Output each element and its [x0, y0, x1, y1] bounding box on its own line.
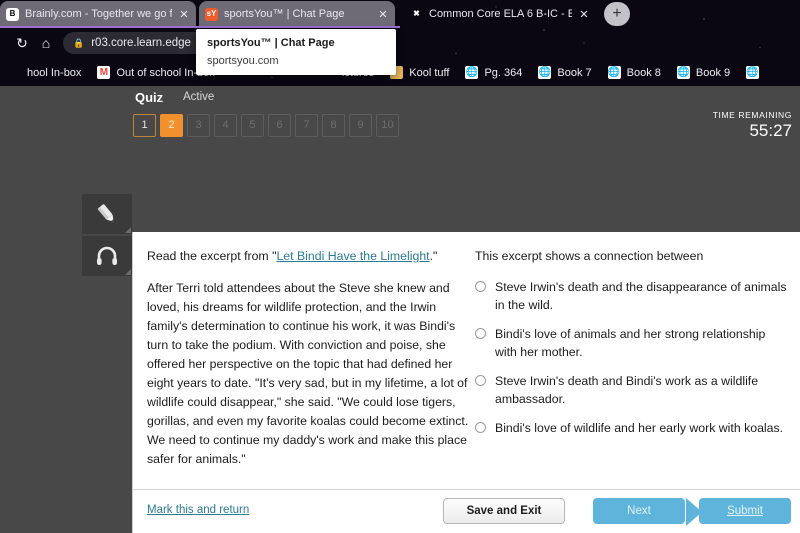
browser-tab-1[interactable]: sY sportsYou™ | Chat Page ✕: [199, 1, 395, 27]
pencil-icon: [94, 201, 120, 227]
quiz-footer: Mark this and return Save and Exit Next …: [133, 489, 800, 533]
browser-tab-title: Brainly.com - Together we go far: [25, 8, 172, 20]
bookmark-label: Book 9: [695, 66, 731, 79]
globe-icon: 🌐: [746, 66, 760, 79]
answer-option-b[interactable]: Bindi's love of animals and her strong r…: [475, 325, 789, 361]
edgenuity-icon: ✖: [413, 9, 420, 18]
address-bar-url: r03.core.learn.edge: [91, 37, 191, 49]
quiz-content-body: Read the excerpt from "Let Bindi Have th…: [133, 232, 800, 489]
close-icon[interactable]: ✕: [178, 8, 190, 21]
timer-label: TIME REMAINING: [712, 110, 792, 120]
bookmark-item[interactable]: 🌐 Book 7: [530, 59, 599, 86]
tool-palette: [82, 194, 132, 278]
lock-icon: 🔒: [73, 37, 85, 48]
home-icon[interactable]: ⌂: [36, 33, 56, 53]
submit-button-label: Submit: [727, 505, 763, 517]
quiz-page: Quiz Active 1 2 3 4 5 6 7 8 9 10 TIME RE…: [0, 86, 800, 533]
reload-icon[interactable]: ↻: [12, 33, 32, 53]
brainly-icon: B: [6, 7, 19, 21]
globe-icon: 🌐: [607, 66, 621, 79]
headphones-icon: [94, 243, 120, 269]
browser-tab-0[interactable]: B Brainly.com - Together we go far ✕: [0, 1, 196, 27]
close-icon[interactable]: ✕: [377, 8, 389, 21]
question-button-1[interactable]: 1: [133, 114, 156, 137]
question-button-6[interactable]: 6: [268, 114, 291, 137]
passage-column: Read the excerpt from "Let Bindi Have th…: [147, 248, 469, 469]
question-column: This excerpt shows a connection between …: [475, 248, 789, 448]
tooltip-title: sportsYou™ | Chat Page: [207, 37, 335, 49]
tab-strip: B Brainly.com - Together we go far ✕ sY …: [0, 0, 800, 28]
bookmark-item[interactable]: hool In-box: [0, 59, 89, 86]
question-navigator: 1 2 3 4 5 6 7 8 9 10: [133, 114, 399, 137]
radio-button-a[interactable]: [475, 281, 486, 292]
question-stem: This excerpt shows a connection between: [475, 249, 704, 263]
question-button-5[interactable]: 5: [241, 114, 264, 137]
sportsyou-icon: sY: [205, 7, 218, 21]
instruction-suffix: .": [429, 249, 438, 263]
question-button-8[interactable]: 8: [322, 114, 345, 137]
blank-icon: [8, 66, 21, 79]
question-button-4[interactable]: 4: [214, 114, 237, 137]
answer-options: Steve Irwin's death and the disappearanc…: [475, 278, 789, 437]
browser-tab-title: Common Core ELA 6 B-IC - Edg...: [429, 8, 572, 20]
radio-button-d[interactable]: [475, 422, 486, 433]
browser-toolbar: ↻ ⌂ 🔒 r03.core.learn.edge: [0, 28, 800, 58]
question-button-2[interactable]: 2: [160, 114, 183, 137]
instruction-prefix: Read the excerpt from ": [147, 249, 277, 263]
bookmark-label: Book 8: [626, 66, 661, 79]
bookmark-label: Pg. 364: [484, 66, 523, 79]
bookmark-item[interactable]: 🌐 Book 8: [600, 59, 669, 86]
bookmark-item[interactable]: 🌐 Pg. 364: [457, 59, 530, 86]
passage-title-link[interactable]: Let Bindi Have the Limelight: [276, 249, 429, 263]
timer-value: 55:27: [749, 121, 792, 140]
mark-this-and-return-link[interactable]: Mark this and return: [147, 504, 249, 516]
question-button-3[interactable]: 3: [187, 114, 210, 137]
close-icon[interactable]: ✕: [578, 8, 590, 21]
quiz-header: Quiz Active: [0, 86, 800, 108]
answer-option-d[interactable]: Bindi's love of wildlife and her early w…: [475, 419, 789, 437]
globe-icon: 🌐: [465, 66, 479, 79]
quiz-timer: TIME REMAINING 55:27: [713, 110, 792, 140]
globe-icon: 🌐: [676, 66, 690, 79]
next-button[interactable]: Next: [593, 498, 702, 526]
bookmark-label: Kool tuff: [409, 66, 450, 79]
tooltip-url: sportsyou.com: [207, 55, 279, 67]
browser-chrome: B Brainly.com - Together we go far ✕ sY …: [0, 0, 800, 86]
answer-option-label: Bindi's love of wildlife and her early w…: [495, 421, 784, 435]
answer-option-c[interactable]: Steve Irwin's death and Bindi's work as …: [475, 372, 789, 408]
status-badge: Active: [183, 91, 215, 103]
quiz-content-card: Read the excerpt from "Let Bindi Have th…: [132, 232, 800, 533]
save-and-exit-button[interactable]: Save and Exit: [443, 498, 565, 524]
question-button-10[interactable]: 10: [376, 114, 399, 137]
bookmark-label: hool In-box: [27, 66, 82, 79]
radio-button-b[interactable]: [475, 328, 486, 339]
passage-excerpt: After Terri told attendees about the Ste…: [147, 281, 469, 466]
gmail-icon: M: [97, 66, 111, 79]
highlighter-tool[interactable]: [82, 194, 132, 234]
answer-option-label: Steve Irwin's death and Bindi's work as …: [495, 374, 759, 406]
page-title: Quiz: [135, 89, 164, 105]
bookmarks-bar: hool In-box M Out of school In-box ictur…: [0, 59, 800, 86]
radio-button-c[interactable]: [475, 375, 486, 386]
answer-option-a[interactable]: Steve Irwin's death and the disappearanc…: [475, 278, 789, 314]
bookmark-item[interactable]: 🌐 Book 9: [669, 59, 738, 86]
bookmark-item[interactable]: 🌐: [738, 59, 773, 86]
submit-button[interactable]: Submit: [699, 498, 791, 524]
new-tab-button[interactable]: +: [604, 2, 630, 26]
passage-instruction: Read the excerpt from "Let Bindi Have th…: [147, 248, 469, 265]
audio-tool[interactable]: [82, 236, 132, 276]
question-button-7[interactable]: 7: [295, 114, 318, 137]
globe-icon: 🌐: [538, 66, 552, 79]
bookmark-label: Book 7: [557, 66, 592, 79]
answer-option-label: Steve Irwin's death and the disappearanc…: [495, 280, 787, 312]
browser-tab-title: sportsYou™ | Chat Page: [224, 8, 345, 20]
tab-hover-tooltip: sportsYou™ | Chat Page sportsyou.com: [196, 29, 396, 75]
answer-option-label: Bindi's love of animals and her strong r…: [495, 327, 766, 359]
browser-tab-2[interactable]: ✖ Common Core ELA 6 B-IC - Edg... ✕: [404, 1, 596, 27]
question-button-9[interactable]: 9: [349, 114, 372, 137]
